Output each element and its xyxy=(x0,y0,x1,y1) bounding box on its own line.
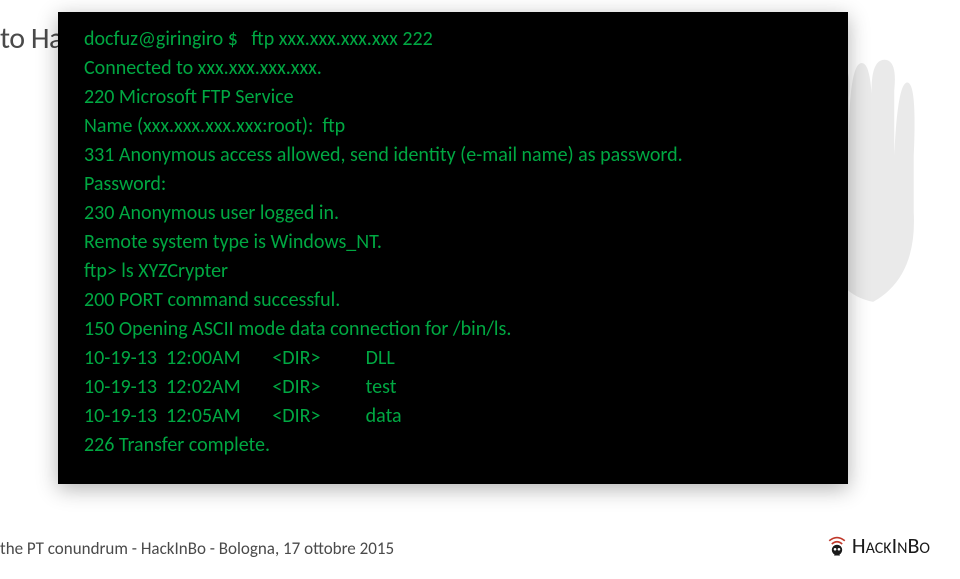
terminal-line: Remote system type is Windows_NT. xyxy=(84,229,822,256)
terminal-line: Name (xxx.xxx.xxx.xxx:root): ftp xyxy=(84,113,822,140)
terminal-window: docfuz@giringiro $ ftp xxx.xxx.xxx.xxx 2… xyxy=(58,12,848,484)
terminal-line: 226 Transfer complete. xyxy=(84,432,822,459)
terminal-line: 331 Anonymous access allowed, send ident… xyxy=(84,142,822,169)
terminal-line: ftp> ls XYZCrypter xyxy=(84,258,822,285)
wifi-skull-icon xyxy=(824,533,850,559)
hackinbo-logo: HACKINBO xyxy=(824,532,930,559)
terminal-line: Connected to xxx.xxx.xxx.xxx. xyxy=(84,55,822,82)
terminal-line: 220 Microsoft FTP Service xyxy=(84,84,822,111)
terminal-line: 10-19-13 12:00AM <DIR> DLL xyxy=(84,345,822,372)
footer-text: the PT conundrum - HackInBo - Bologna, 1… xyxy=(0,538,394,559)
terminal-line: 10-19-13 12:05AM <DIR> data xyxy=(84,403,822,430)
terminal-line: 200 PORT command successful. xyxy=(84,287,822,314)
terminal-line: 10-19-13 12:02AM <DIR> test xyxy=(84,374,822,401)
terminal-line: 150 Opening ASCII mode data connection f… xyxy=(84,316,822,343)
logo-text: HACKINBO xyxy=(852,532,930,559)
terminal-line: Password: xyxy=(84,171,822,198)
terminal-line: 230 Anonymous user logged in. xyxy=(84,200,822,227)
terminal-line: docfuz@giringiro $ ftp xxx.xxx.xxx.xxx 2… xyxy=(84,26,822,53)
slide-footer: the PT conundrum - HackInBo - Bologna, 1… xyxy=(0,532,960,559)
